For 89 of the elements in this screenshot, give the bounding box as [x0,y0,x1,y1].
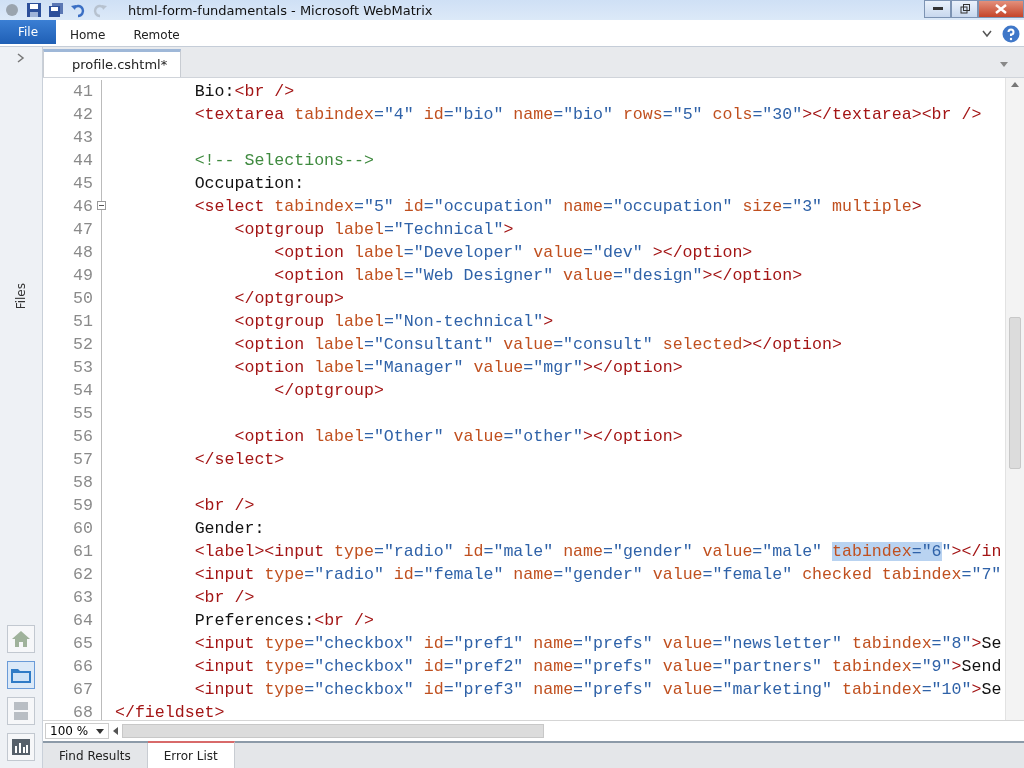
collapse-icon[interactable] [97,200,106,210]
code-line: <br /> [193,495,255,515]
ribbon-tab[interactable]: Remote [119,24,194,46]
code-line: <optgroup label="Technical"> [233,219,514,239]
restore-button[interactable] [951,0,978,18]
folder-icon [10,666,32,684]
workspace-button[interactable] [7,661,35,689]
line-number: 44 [72,150,94,170]
code-line: <option label="Consultant" value="consult" selected></option> [233,334,842,354]
chevron-down-icon[interactable] [982,30,992,38]
workspace-button[interactable] [7,733,35,761]
code-line: Preferences:<br /> [193,610,374,630]
line-number: 43 [72,127,94,147]
line-number: 54 [72,380,94,400]
line-number: 55 [72,403,94,423]
code-line: </fieldset> [115,702,225,721]
line-number: 52 [72,334,94,354]
code-line: Occupation: [193,173,305,193]
line-number: 50 [72,288,94,308]
chevron-right-icon[interactable] [17,53,25,63]
code-line: <select tabindex="5" id="occupation" name="occupation" size="3" multiple> [193,196,922,216]
code-line: </select> [193,449,285,469]
code-line: <label><input type="radio" id="male" name="gender" value="male" tabindex="6"></in [193,541,1002,561]
scroll-left-icon[interactable] [113,727,118,736]
line-number: 53 [72,357,94,377]
line-number: 56 [72,426,94,446]
line-number: 48 [72,242,94,262]
dropdown-arrow-icon [96,728,104,734]
minimize-icon [932,7,943,11]
line-number: 45 [72,173,94,193]
window-title: html-form-fundamentals - Microsoft WebMatrix [128,2,434,18]
code-line: </optgroup> [273,380,384,400]
line-number: 47 [72,219,94,239]
stacked-boxes-icon [12,701,30,721]
panel-tab[interactable]: Error List [147,741,235,768]
code-line: <input type="checkbox" id="pref1" name="prefs" value="newsletter" tabindex="8">Se [193,633,1002,653]
line-number: 63 [72,587,94,607]
line-number: 65 [72,633,94,653]
line-number: 57 [72,449,94,469]
code-line: <input type="radio" id="female" name="gender" value="female" checked tabindex="7" [193,564,1002,584]
minimize-button[interactable] [924,0,951,18]
line-number: 64 [72,610,94,630]
line-number: 66 [72,656,94,676]
close-button[interactable] [978,0,1024,18]
code-line: <input type="checkbox" id="pref2" name="prefs" value="partners" tabindex="9">Send [193,656,1002,676]
ribbon-tab[interactable]: Home [56,24,120,46]
close-icon [995,4,1007,14]
save-icon[interactable] [26,2,42,18]
line-number: 41 [72,81,94,101]
code-line: <option label="Other" value="other"></option> [233,426,683,446]
line-number: 61 [72,541,94,561]
code-line: <!-- Selections--> [193,150,374,170]
line-number: 62 [72,564,94,584]
help-icon[interactable] [1002,25,1020,43]
line-number: 59 [72,495,94,515]
dropdown-arrow-icon[interactable] [1000,61,1008,67]
zoom-dropdown[interactable]: 100 % [45,723,109,740]
scroll-thumb[interactable] [1009,316,1021,469]
restore-icon [959,4,970,14]
line-number: 51 [72,311,94,331]
app-icon [4,2,20,18]
document-tab[interactable]: profile.cshtml* [43,48,181,77]
line-number: 42 [72,104,94,124]
code-line: <input type="checkbox" id="pref3" name="prefs" value="marketing" tabindex="10">Se [193,679,1002,699]
line-number: 67 [72,679,94,699]
line-number: 68 [72,702,94,721]
undo-icon[interactable] [70,2,86,18]
document-tab-label[interactable]: profile.cshtml* [72,56,168,72]
scroll-up-icon[interactable] [1011,81,1019,87]
file-tab[interactable]: File [0,20,56,44]
code-line: </optgroup> [233,288,345,308]
code-line: Gender: [193,518,265,538]
line-number: 49 [72,265,94,285]
line-number: 60 [72,518,94,538]
code-line: Bio:<br /> [193,81,295,101]
code-line: <option label="Manager" value="mgr"></option> [233,357,683,377]
line-number: 46 [72,196,94,216]
code-line: <optgroup label="Non-technical"> [233,311,554,331]
code-line: <br /> [193,587,255,607]
save-all-icon[interactable] [48,2,64,18]
scroll-thumb[interactable] [122,724,544,739]
code-line: <option label="Web Designer" value="design"></option> [273,265,803,285]
files-label[interactable]: Files [14,283,28,310]
vertical-scrollbar[interactable] [1005,77,1024,721]
bar-chart-icon [11,738,31,756]
home-icon [11,630,31,648]
code-line: <textarea tabindex="4" id="bio" name="bio" rows="5" cols="30"></textarea><br /> [193,104,982,124]
line-number: 58 [72,472,94,492]
code-line: <option label="Developer" value="dev" ></option> [273,242,753,262]
